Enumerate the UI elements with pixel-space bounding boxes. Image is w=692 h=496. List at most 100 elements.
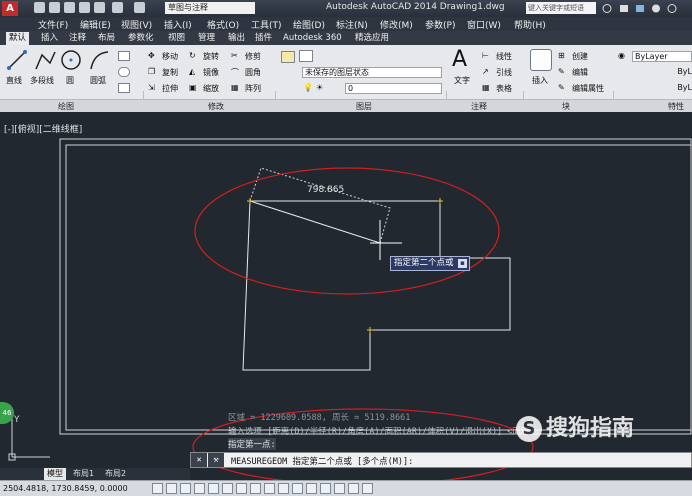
scale-button[interactable]: 缩放 (203, 83, 219, 94)
arc-button[interactable]: 圆弧 (90, 75, 106, 86)
lineweight-select[interactable]: ByL (632, 83, 692, 94)
rotate-button[interactable]: 旋转 (203, 51, 219, 62)
layer-state-select[interactable]: 未保存的图层状态 (302, 67, 442, 78)
text-button[interactable]: 文字 (454, 75, 470, 86)
print-icon[interactable] (94, 2, 105, 13)
move-button[interactable]: 移动 (162, 51, 178, 62)
undo-icon[interactable] (112, 2, 123, 13)
stretch-icon[interactable]: ⇲ (148, 83, 155, 92)
layout-view-icon[interactable] (362, 483, 373, 494)
layout-tab[interactable]: 模型 (44, 468, 66, 480)
trim-button[interactable]: 修剪 (245, 51, 261, 62)
copy-button[interactable]: 复制 (162, 67, 178, 78)
table-icon[interactable]: ▦ (482, 83, 490, 92)
otrack-toggle-icon[interactable] (236, 483, 247, 494)
array-icon[interactable]: ▦ (231, 83, 239, 92)
customize-icon[interactable]: ⚒ (208, 453, 224, 467)
rectangle-icon[interactable] (118, 51, 130, 61)
scale-icon[interactable]: ▣ (189, 83, 197, 92)
create-block-button[interactable]: 创建 (572, 51, 588, 62)
search-input[interactable]: 键入关键字或短语 (526, 2, 596, 14)
autocad-logo-icon[interactable]: A (2, 1, 18, 16)
annotation-monitor-icon[interactable] (334, 483, 345, 494)
stretch-button[interactable]: 拉伸 (162, 83, 178, 94)
menu-item[interactable]: 标注(N) (336, 18, 368, 31)
ribbon-tab[interactable]: 插入 (38, 32, 61, 45)
close-icon[interactable]: ✕ (191, 453, 207, 467)
menu-item[interactable]: 参数(P) (425, 18, 455, 31)
polar-toggle-icon[interactable] (194, 483, 205, 494)
menu-item[interactable]: 插入(I) (164, 18, 192, 31)
create-block-icon[interactable]: ⊞ (558, 51, 565, 60)
ducs-toggle-icon[interactable] (250, 483, 261, 494)
menu-item[interactable]: 窗口(W) (467, 18, 501, 31)
ribbon-tab[interactable]: 输出 (225, 32, 248, 45)
insert-button[interactable]: 插入 (532, 75, 548, 86)
circle-icon[interactable] (60, 49, 82, 71)
model-space-icon[interactable] (348, 483, 359, 494)
current-layer-select[interactable]: 0 (345, 83, 442, 94)
ribbon-tab[interactable]: 精选应用 (352, 32, 392, 45)
quick-properties-toggle-icon[interactable] (306, 483, 317, 494)
line-button[interactable]: 直线 (6, 75, 22, 86)
command-input[interactable]: MEASUREGEOM 指定第二个点或 [多个点(M)]: (231, 455, 413, 467)
ribbon-tab[interactable]: 参数化 (125, 32, 157, 45)
menu-item[interactable]: 格式(O) (207, 18, 239, 31)
3d-osnap-toggle-icon[interactable] (222, 483, 233, 494)
open-file-icon[interactable] (49, 2, 60, 13)
arc-icon[interactable] (88, 49, 110, 71)
panel-label[interactable]: 图层 (356, 101, 372, 112)
selection-cycling-toggle-icon[interactable] (320, 483, 331, 494)
edit-attributes-button[interactable]: 编辑属性 (572, 83, 604, 94)
line-icon[interactable] (6, 49, 28, 71)
edit-block-icon[interactable]: ✎ (558, 67, 565, 76)
ribbon-tab[interactable]: 默认 (6, 32, 30, 45)
ribbon-tab[interactable]: 管理 (195, 32, 218, 45)
menu-item[interactable]: 绘图(D) (293, 18, 325, 31)
ortho-toggle-icon[interactable] (180, 483, 191, 494)
fillet-button[interactable]: 圆角 (245, 67, 261, 78)
mirror-button[interactable]: 镜像 (203, 67, 219, 78)
color-select[interactable]: ByLayer (632, 51, 692, 62)
ribbon-tab[interactable]: 注释 (66, 32, 89, 45)
osnap-toggle-icon[interactable] (208, 483, 219, 494)
dynamic-input-toggle-icon[interactable] (264, 483, 275, 494)
ribbon-tab[interactable]: 视图 (165, 32, 188, 45)
title-tools-icons[interactable] (602, 3, 682, 14)
new-file-icon[interactable] (34, 2, 45, 13)
linear-dim-button[interactable]: 线性 (496, 51, 512, 62)
redo-icon[interactable] (134, 2, 145, 13)
command-line[interactable]: ✕ ⚒ MEASUREGEOM 指定第二个点或 [多个点(M)]: (190, 452, 692, 468)
mirror-icon[interactable]: ◭ (189, 67, 195, 76)
trim-icon[interactable]: ✂ (231, 51, 238, 60)
ellipse-icon[interactable] (118, 67, 130, 77)
panel-label[interactable]: 修改 (208, 101, 224, 112)
ribbon-tab[interactable]: Autodesk 360 (280, 32, 345, 45)
grid-toggle-icon[interactable] (166, 483, 177, 494)
sun-icon[interactable]: ☀ (316, 83, 323, 92)
save-as-icon[interactable] (79, 2, 90, 13)
ribbon-tab[interactable]: 插件 (252, 32, 275, 45)
polyline-button[interactable]: 多段线 (30, 75, 54, 86)
layout-tab[interactable]: 布局1 (70, 468, 97, 480)
copy-icon[interactable]: ❐ (148, 67, 155, 76)
menu-item[interactable]: 视图(V) (121, 18, 152, 31)
rotate-icon[interactable]: ↻ (189, 51, 196, 60)
text-icon[interactable]: A (452, 47, 467, 72)
lineweight-toggle-icon[interactable] (278, 483, 289, 494)
workspace-select[interactable]: 草图与注释 (165, 2, 255, 14)
linear-dim-icon[interactable]: ⊢ (482, 51, 489, 60)
panel-label[interactable]: 特性 (668, 101, 684, 112)
viewport-label[interactable]: [-][俯视][二维线框] (4, 122, 82, 135)
panel-label[interactable]: 块 (562, 101, 570, 112)
color-wheel-icon[interactable]: ◉ (618, 51, 625, 60)
move-icon[interactable]: ✥ (148, 51, 155, 60)
polyline-icon[interactable] (34, 49, 56, 71)
transparency-toggle-icon[interactable] (292, 483, 303, 494)
array-button[interactable]: 阵列 (245, 83, 261, 94)
snap-toggle-icon[interactable] (152, 483, 163, 494)
menu-item[interactable]: 工具(T) (251, 18, 282, 31)
layout-tab[interactable]: 布局2 (102, 468, 129, 480)
lightbulb-icon[interactable]: 💡 (303, 83, 313, 92)
panel-label[interactable]: 绘图 (58, 101, 74, 112)
